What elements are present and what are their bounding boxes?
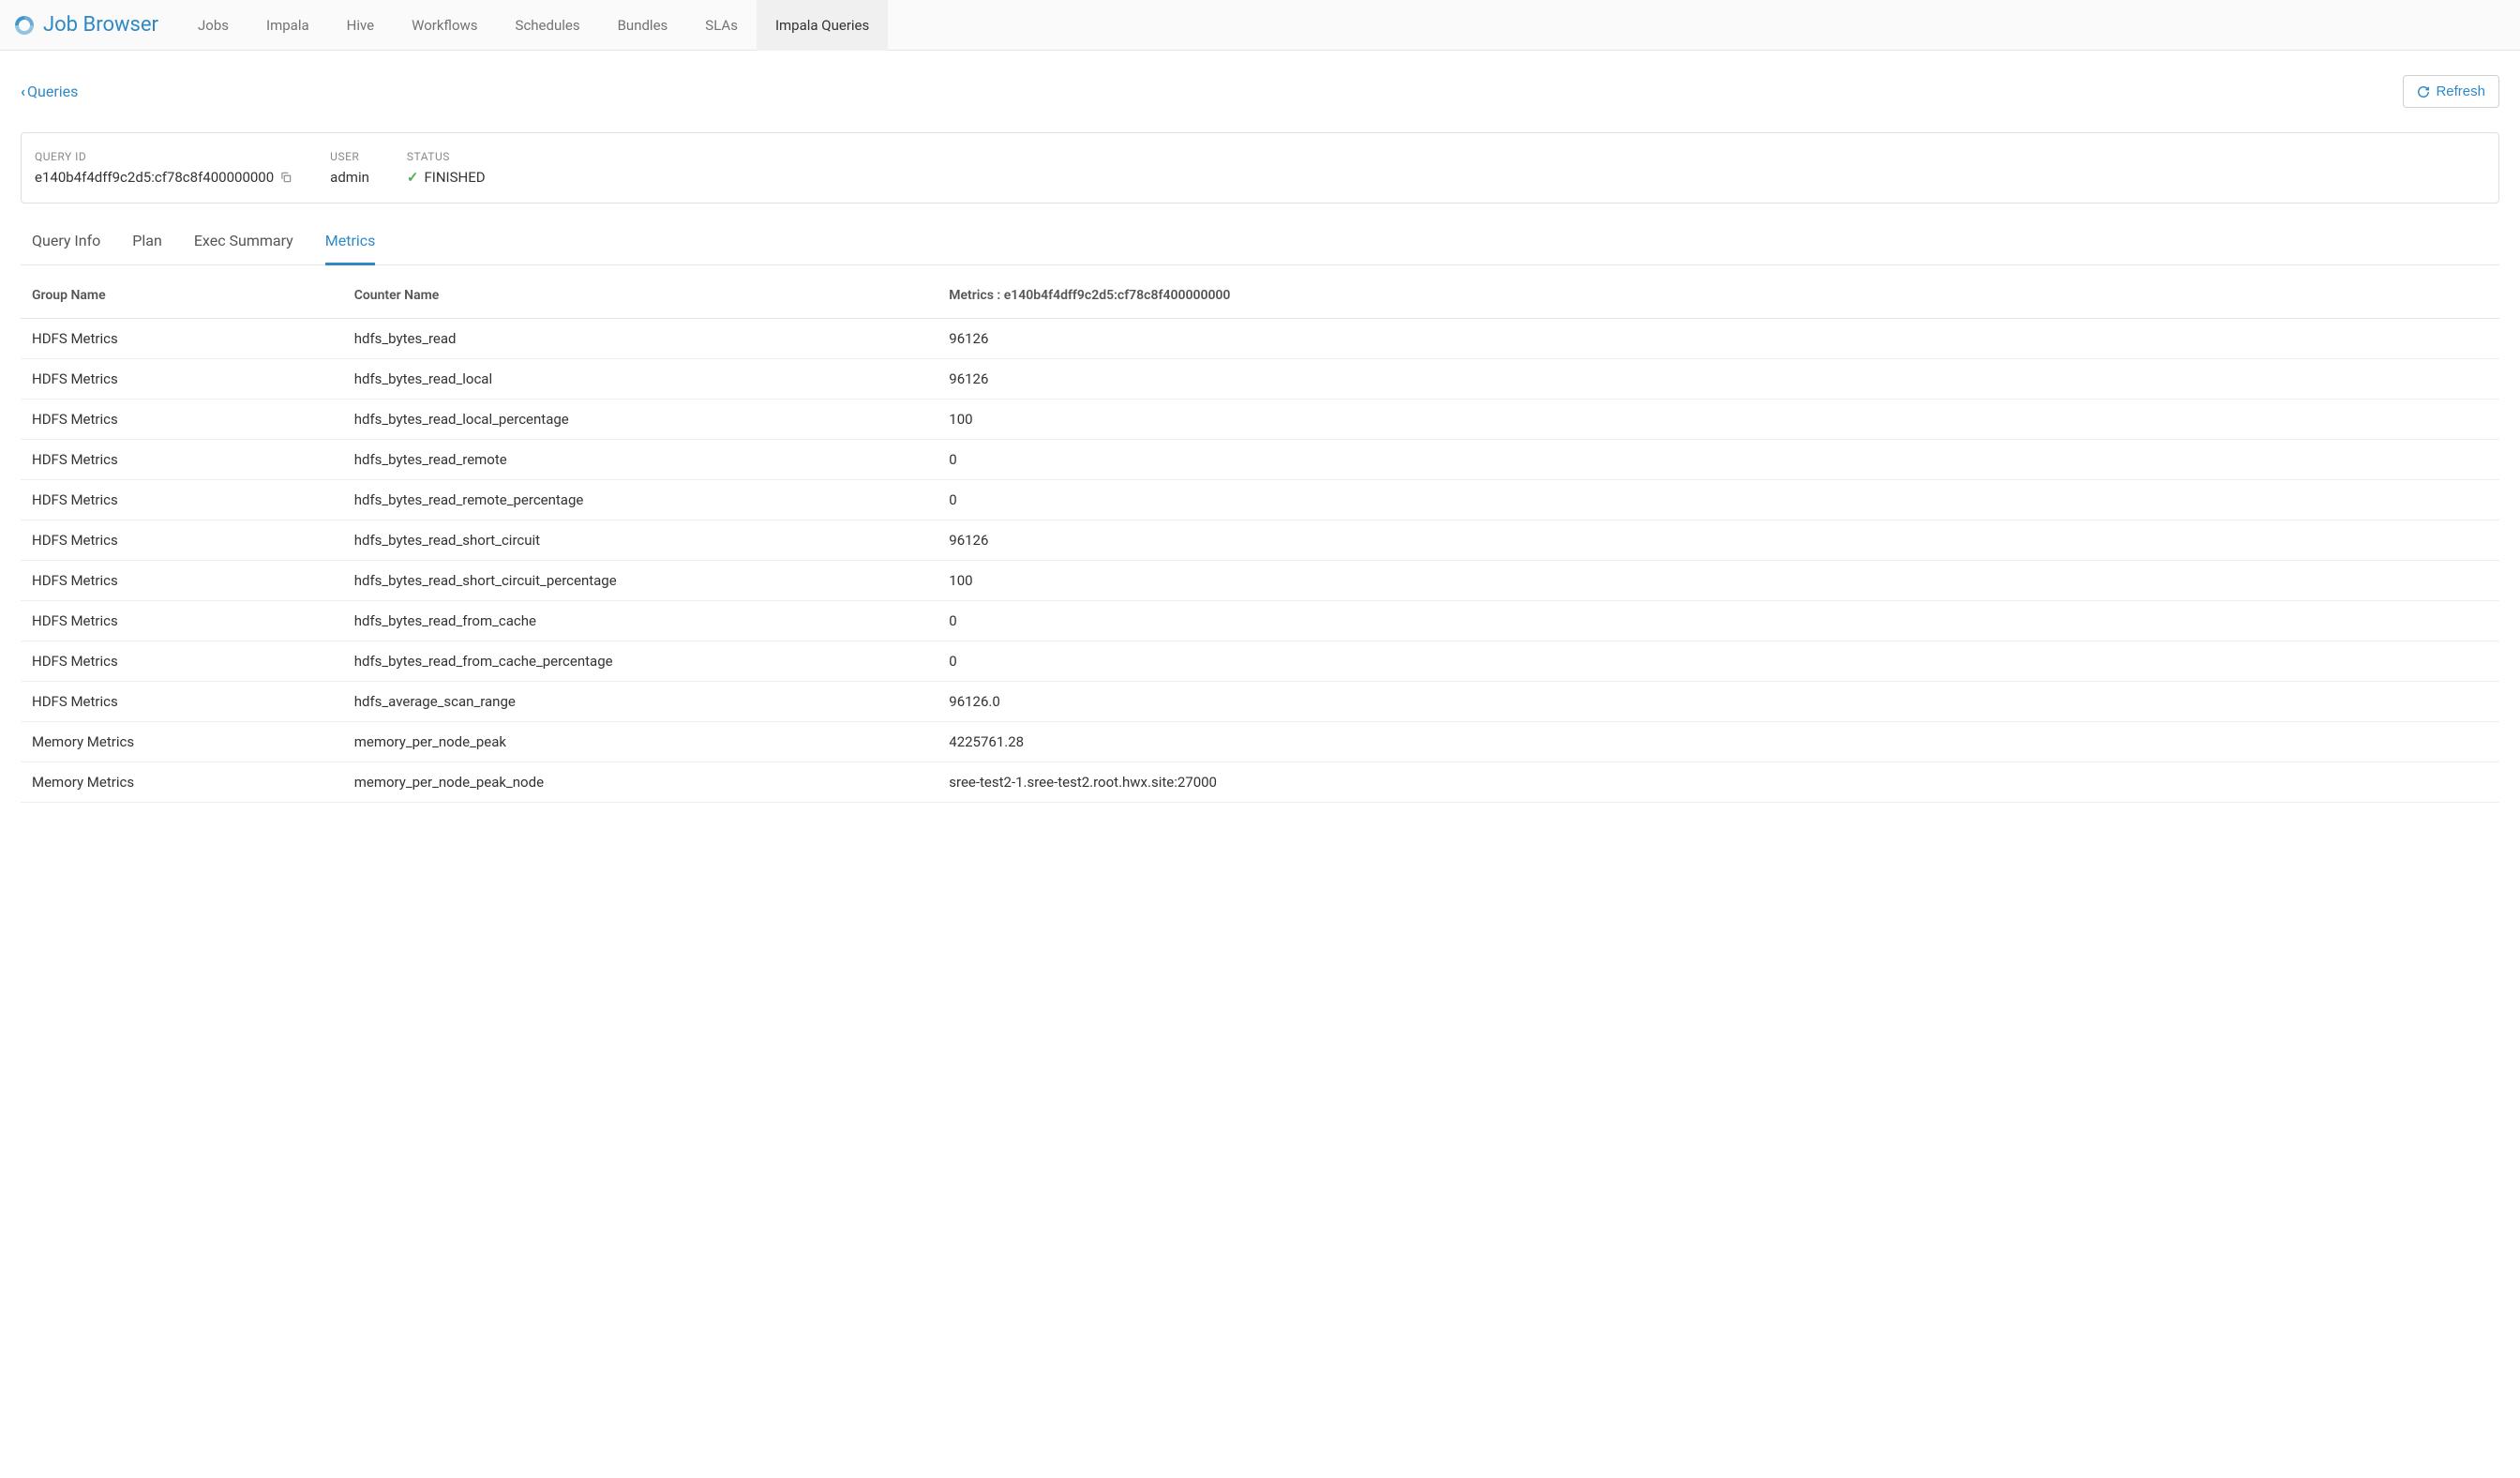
cell-value: 0 — [938, 601, 2499, 641]
cell-counter: hdfs_average_scan_range — [343, 682, 938, 722]
status-block: STATUS ✓ FINISHED — [407, 150, 486, 186]
cell-value: 0 — [938, 480, 2499, 520]
table-row: HDFS Metricshdfs_bytes_read_short_circui… — [21, 520, 2499, 561]
brand-label: Job Browser — [43, 13, 158, 37]
tab-plan[interactable]: Plan — [132, 220, 162, 265]
table-row: HDFS Metricshdfs_bytes_read_remote0 — [21, 440, 2499, 480]
cell-value: 96126 — [938, 520, 2499, 561]
cell-counter: hdfs_bytes_read_from_cache_percentage — [343, 641, 938, 682]
table-row: HDFS Metricshdfs_bytes_read_local96126 — [21, 359, 2499, 400]
cell-counter: memory_per_node_peak_node — [343, 762, 938, 803]
nav-item-bundles[interactable]: Bundles — [599, 0, 687, 51]
query-id-value: e140b4f4dff9c2d5:cf78c8f400000000 — [35, 169, 274, 186]
cell-group: HDFS Metrics — [21, 682, 343, 722]
table-row: Memory Metricsmemory_per_node_peak422576… — [21, 722, 2499, 762]
brand-icon — [13, 14, 36, 37]
metrics-table: Group Name Counter Name Metrics : e140b4… — [21, 273, 2499, 803]
cell-counter: hdfs_bytes_read_remote_percentage — [343, 480, 938, 520]
sub-tabs: Query Info Plan Exec Summary Metrics — [21, 220, 2499, 265]
cell-group: Memory Metrics — [21, 762, 343, 803]
table-row: HDFS Metricshdfs_bytes_read_from_cache_p… — [21, 641, 2499, 682]
header-counter-name[interactable]: Counter Name — [343, 273, 938, 319]
tab-exec-summary[interactable]: Exec Summary — [194, 220, 293, 265]
query-info-panel: QUERY ID e140b4f4dff9c2d5:cf78c8f4000000… — [21, 132, 2499, 204]
cell-group: HDFS Metrics — [21, 520, 343, 561]
table-row: Memory Metricsmemory_per_node_peak_nodes… — [21, 762, 2499, 803]
cell-group: HDFS Metrics — [21, 359, 343, 400]
cell-group: HDFS Metrics — [21, 561, 343, 601]
cell-counter: hdfs_bytes_read_remote — [343, 440, 938, 480]
cell-group: HDFS Metrics — [21, 440, 343, 480]
cell-value: 96126 — [938, 319, 2499, 359]
status-value: FINISHED — [424, 169, 485, 186]
cell-value: 0 — [938, 440, 2499, 480]
query-id-label: QUERY ID — [35, 150, 292, 163]
cell-counter: hdfs_bytes_read_local — [343, 359, 938, 400]
cell-group: HDFS Metrics — [21, 319, 343, 359]
cell-value: 96126 — [938, 359, 2499, 400]
brand[interactable]: Job Browser — [13, 13, 158, 37]
nav-item-impala-queries[interactable]: Impala Queries — [757, 0, 888, 51]
table-row: HDFS Metricshdfs_average_scan_range96126… — [21, 682, 2499, 722]
cell-counter: hdfs_bytes_read_from_cache — [343, 601, 938, 641]
nav-item-slas[interactable]: SLAs — [686, 0, 757, 51]
cell-value: 100 — [938, 400, 2499, 440]
cell-value: 4225761.28 — [938, 722, 2499, 762]
query-id-block: QUERY ID e140b4f4dff9c2d5:cf78c8f4000000… — [35, 150, 292, 186]
cell-counter: memory_per_node_peak — [343, 722, 938, 762]
cell-group: HDFS Metrics — [21, 480, 343, 520]
cell-group: HDFS Metrics — [21, 601, 343, 641]
nav-item-workflows[interactable]: Workflows — [393, 0, 496, 51]
tab-metrics[interactable]: Metrics — [325, 220, 376, 265]
page-content: ‹ Queries Refresh QUERY ID e140b4f4dff9c… — [0, 51, 2520, 803]
table-row: HDFS Metricshdfs_bytes_read_short_circui… — [21, 561, 2499, 601]
cell-counter: hdfs_bytes_read — [343, 319, 938, 359]
nav-item-impala[interactable]: Impala — [248, 0, 328, 51]
top-nav: Job Browser JobsImpalaHiveWorkflowsSched… — [0, 0, 2520, 51]
nav-item-schedules[interactable]: Schedules — [497, 0, 599, 51]
cell-group: Memory Metrics — [21, 722, 343, 762]
check-icon: ✓ — [407, 169, 419, 186]
page-header: ‹ Queries Refresh — [21, 75, 2499, 108]
cell-group: HDFS Metrics — [21, 641, 343, 682]
table-row: HDFS Metricshdfs_bytes_read_local_percen… — [21, 400, 2499, 440]
cell-value: 0 — [938, 641, 2499, 682]
table-row: HDFS Metricshdfs_bytes_read96126 — [21, 319, 2499, 359]
user-block: USER admin — [330, 150, 369, 186]
user-label: USER — [330, 150, 369, 163]
table-row: HDFS Metricshdfs_bytes_read_from_cache0 — [21, 601, 2499, 641]
nav-item-jobs[interactable]: Jobs — [179, 0, 248, 51]
refresh-label: Refresh — [2436, 83, 2485, 99]
status-label: STATUS — [407, 150, 486, 163]
header-metric-value[interactable]: Metrics : e140b4f4dff9c2d5:cf78c8f400000… — [938, 273, 2499, 319]
cell-value: sree-test2-1.sree-test2.root.hwx.site:27… — [938, 762, 2499, 803]
chevron-left-icon: ‹ — [21, 83, 25, 100]
cell-value: 100 — [938, 561, 2499, 601]
cell-value: 96126.0 — [938, 682, 2499, 722]
header-group-name[interactable]: Group Name — [21, 273, 343, 319]
back-to-queries-link[interactable]: ‹ Queries — [21, 83, 78, 100]
table-header-row: Group Name Counter Name Metrics : e140b4… — [21, 273, 2499, 319]
copy-icon[interactable] — [279, 171, 292, 184]
table-row: HDFS Metricshdfs_bytes_read_remote_perce… — [21, 480, 2499, 520]
tab-query-info[interactable]: Query Info — [32, 220, 100, 265]
cell-counter: hdfs_bytes_read_short_circuit — [343, 520, 938, 561]
back-link-label: Queries — [27, 83, 78, 100]
refresh-button[interactable]: Refresh — [2403, 75, 2499, 108]
cell-counter: hdfs_bytes_read_short_circuit_percentage — [343, 561, 938, 601]
cell-group: HDFS Metrics — [21, 400, 343, 440]
refresh-icon — [2417, 85, 2430, 98]
cell-counter: hdfs_bytes_read_local_percentage — [343, 400, 938, 440]
nav-item-hive[interactable]: Hive — [328, 0, 393, 51]
user-value: admin — [330, 169, 369, 186]
